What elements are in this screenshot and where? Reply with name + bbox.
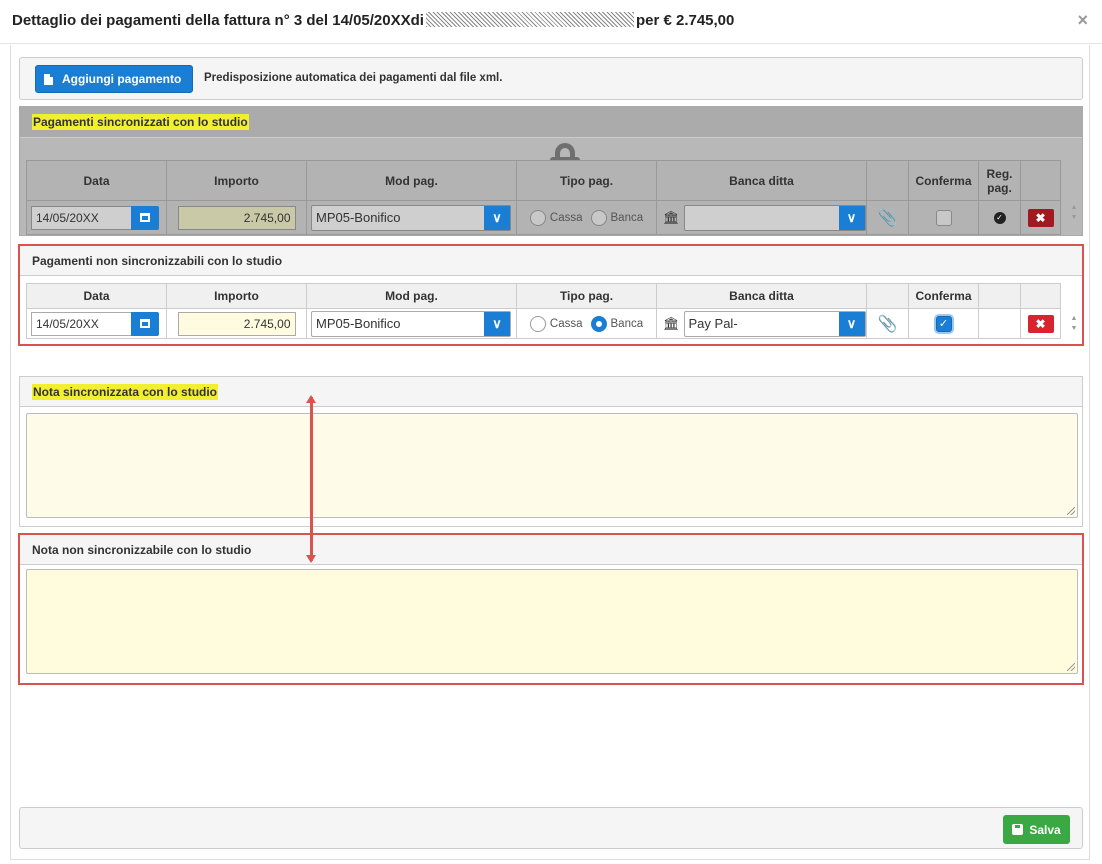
payment-type-radios: Cassa Banca	[517, 315, 656, 332]
col-attachment	[866, 160, 909, 201]
modal-footer: Salva	[19, 807, 1083, 849]
amount-field[interactable]: 2.745,00	[177, 205, 296, 230]
close-icon[interactable]: ×	[1077, 10, 1088, 31]
chevron-down-icon[interactable]: ∨	[484, 311, 510, 336]
radio-banca[interactable]: Banca	[590, 209, 643, 226]
modal-header: Dettaglio dei pagamenti della fattura n°…	[0, 0, 1102, 44]
radio-cassa[interactable]: Cassa	[529, 315, 583, 332]
toolbar: Aggiungi pagamento Predisposizione autom…	[19, 57, 1083, 100]
synced-payments-table: Data Importo Mod pag. Tipo pag. Banca di…	[26, 160, 1061, 235]
amount-field[interactable]: 2.745,00	[177, 311, 296, 336]
confirm-checkbox[interactable]	[935, 209, 952, 226]
row-scroll-arrows[interactable]: ▲ ▼	[1068, 314, 1080, 334]
unsynced-payments-panel: Pagamenti non sincronizzabili con lo stu…	[18, 244, 1084, 346]
table-row: 14/05/20XX 2.745,00 MP05-Bonifico ∨ Cassa…	[26, 200, 1061, 235]
col-data: Data	[26, 160, 167, 201]
table-row: 14/05/20XX 2.745,00 MP05-Bonifico ∨ Cassa…	[26, 308, 1061, 339]
save-label: Salva	[1029, 822, 1061, 837]
redacted-company-name	[425, 12, 634, 27]
calendar-icon[interactable]	[131, 311, 159, 336]
row-scroll-arrows[interactable]: ▲ ▼	[1068, 203, 1080, 223]
modal-body: Aggiungi pagamento Predisposizione autom…	[10, 45, 1090, 860]
unsynced-payments-table: Data Importo Mod pag. Tipo pag. Banca di…	[26, 283, 1061, 339]
col-importo: Importo	[166, 160, 307, 201]
col-mod-pag: Mod pag.	[306, 283, 517, 309]
modal-title: Dettaglio dei pagamenti della fattura n°…	[12, 12, 734, 29]
synced-note-title: Nota sincronizzata con lo studio	[32, 383, 219, 400]
paperclip-icon[interactable]: 📎	[867, 208, 908, 228]
unsynced-payments-title: Pagamenti non sincronizzabili con lo stu…	[32, 253, 283, 268]
bank-icon: 🏛	[663, 315, 680, 331]
table-header-row: Data Importo Mod pag. Tipo pag. Banca di…	[26, 160, 1061, 201]
col-importo: Importo	[166, 283, 307, 309]
document-icon	[44, 73, 53, 85]
unsynced-payments-header: Pagamenti non sincronizzabili con lo stu…	[20, 246, 1082, 276]
col-conferma: Conferma	[908, 283, 979, 309]
col-banca-ditta: Banca ditta	[656, 283, 867, 309]
xml-info-text: Predisposizione automatica dei pagamenti…	[204, 72, 503, 84]
date-field[interactable]: 14/05/20XX	[31, 311, 159, 336]
payment-mode-select[interactable]: MP05-Bonifico ∨	[311, 310, 511, 337]
save-button[interactable]: Salva	[1003, 815, 1070, 844]
title-suffix: per € 2.745,00	[635, 12, 735, 29]
synced-note-header: Nota sincronizzata con lo studio	[20, 377, 1082, 407]
payment-mode-select[interactable]: MP05-Bonifico ∨	[311, 204, 511, 231]
confirm-checkbox[interactable]: ✓	[935, 315, 952, 332]
annotation-double-arrow	[306, 395, 316, 563]
radio-banca[interactable]: Banca	[590, 315, 643, 332]
col-actions	[1020, 283, 1061, 309]
chevron-down-icon[interactable]: ∨	[484, 205, 510, 230]
synced-note-panel: Nota sincronizzata con lo studio	[19, 376, 1083, 527]
delete-button[interactable]: ✖	[1027, 208, 1054, 227]
calendar-icon[interactable]	[131, 205, 159, 230]
unsynced-note-panel: Nota non sincronizzabile con lo studio	[18, 533, 1084, 685]
synced-payments-header: Pagamenti sincronizzati con lo studio	[20, 107, 1082, 138]
chevron-down-icon[interactable]: ∨	[838, 311, 865, 336]
delete-button[interactable]: ✖	[1027, 314, 1054, 333]
col-actions	[1020, 160, 1061, 201]
col-reg-pag: Reg. pag.	[978, 160, 1021, 201]
save-disk-icon	[1012, 824, 1024, 835]
col-conferma: Conferma	[908, 160, 979, 201]
chevron-down-icon[interactable]: ∨	[838, 205, 865, 230]
table-header-row: Data Importo Mod pag. Tipo pag. Banca di…	[26, 283, 1061, 309]
col-empty	[978, 283, 1021, 309]
col-attachment	[866, 283, 909, 309]
bank-select[interactable]: Pay Pal- ∨	[683, 310, 866, 337]
synced-payments-panel: Pagamenti sincronizzati con lo studio Da…	[19, 106, 1083, 236]
date-field[interactable]: 14/05/20XX	[31, 205, 159, 230]
synced-note-textarea[interactable]	[26, 413, 1078, 518]
add-payment-label: Aggiungi pagamento	[62, 72, 182, 86]
col-banca-ditta: Banca ditta	[656, 160, 867, 201]
bank-icon: 🏛	[663, 209, 680, 225]
payment-type-radios: Cassa Banca	[517, 209, 656, 226]
col-data: Data	[26, 283, 167, 309]
synced-payments-title: Pagamenti sincronizzati con lo studio	[32, 114, 249, 130]
col-mod-pag: Mod pag.	[306, 160, 517, 201]
col-tipo-pag: Tipo pag.	[516, 160, 657, 201]
registered-check-icon: ✓	[993, 211, 1006, 224]
title-prefix: Dettaglio dei pagamenti della fattura n°…	[12, 12, 424, 29]
add-payment-button[interactable]: Aggiungi pagamento	[35, 65, 193, 93]
unsynced-note-header: Nota non sincronizzabile con lo studio	[20, 535, 1082, 565]
unsynced-note-title: Nota non sincronizzabile con lo studio	[32, 542, 252, 557]
bank-select[interactable]: ∨	[683, 204, 866, 231]
radio-cassa[interactable]: Cassa	[529, 209, 583, 226]
unsynced-note-textarea[interactable]	[26, 569, 1078, 674]
col-tipo-pag: Tipo pag.	[516, 283, 657, 309]
paperclip-icon[interactable]: 📎	[867, 314, 908, 334]
